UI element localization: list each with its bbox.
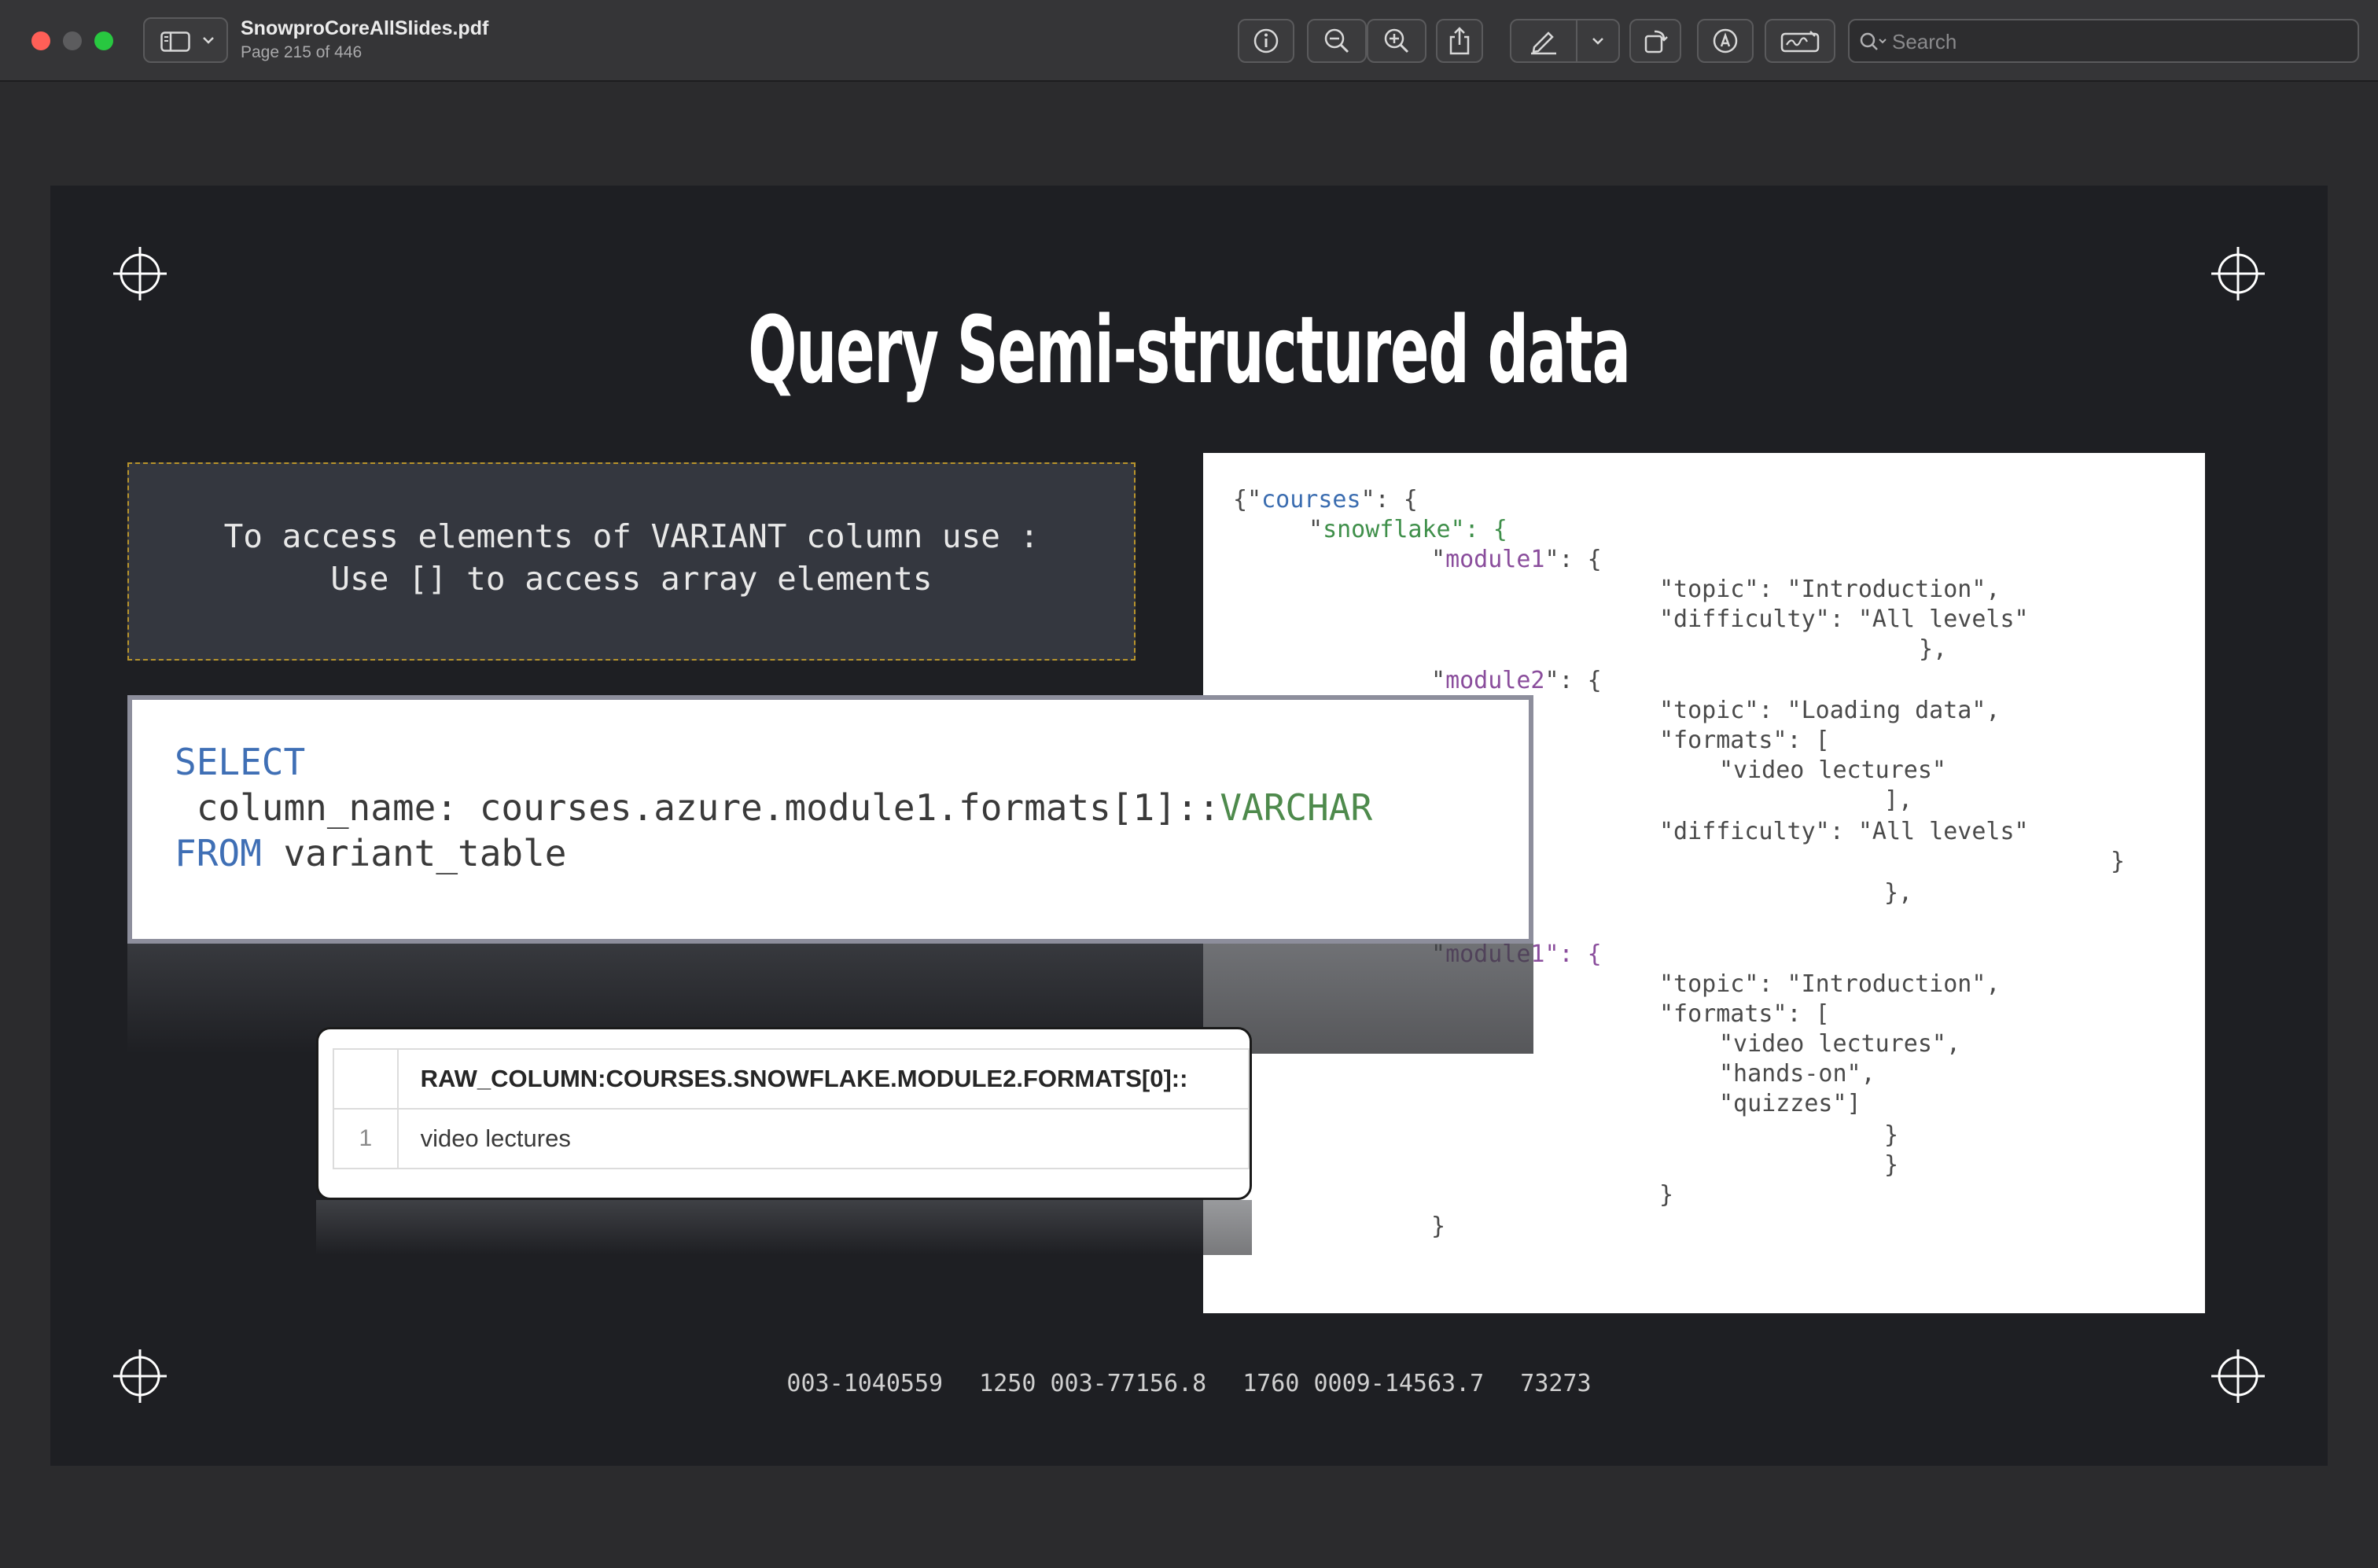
sql-code-block: SELECT column_name: courses.azure.module… [127, 695, 1533, 944]
result-grid: RAW_COLUMN:COURSES.SNOWFLAKE.MODULE2.FOR… [333, 1048, 1250, 1169]
result-cell[interactable]: video lectures [396, 1108, 1250, 1169]
json-line: "topic": "Loading data", [1659, 697, 2001, 724]
rotate-icon [1644, 30, 1668, 53]
share-icon [1449, 27, 1470, 55]
json-line: "snowflake": { [1309, 516, 1507, 543]
pdf-page-slide: Query Semi-structured data To access ele… [50, 186, 2328, 1466]
json-line: "module2": { [1431, 667, 1602, 694]
json-line: "topic": "Introduction", [1659, 970, 2001, 998]
json-line: ], [1884, 786, 1913, 814]
markup-button[interactable] [1510, 19, 1577, 63]
json-line: "difficulty": "All levels" [1659, 818, 2029, 845]
json-line: "topic": "Introduction", [1659, 576, 2001, 603]
footer-code: 003-1040559 [786, 1370, 944, 1397]
rotate-button[interactable] [1629, 19, 1681, 63]
search-icon [1860, 32, 1887, 50]
zoom-in-button[interactable] [1367, 19, 1426, 63]
sql-line: SELECT [175, 741, 306, 783]
table-row: 1 video lectures [333, 1108, 1250, 1169]
sql-line: FROM variant_table [175, 832, 567, 874]
json-line: "formats": [ [1659, 727, 1830, 754]
search-field[interactable] [1848, 19, 2359, 63]
footer-code: 73273 [1520, 1370, 1592, 1397]
slide-footer: 003-1040559 1250 003-77156.8 1760 0009-1… [50, 1370, 2328, 1397]
json-line: }, [1919, 635, 1948, 663]
json-line: }, [1884, 879, 1913, 907]
footer-code: 1250 003-77156.8 [979, 1370, 1207, 1397]
zoom-out-button[interactable] [1307, 19, 1367, 63]
crosshair-icon [2211, 247, 2265, 300]
sidebar-toggle-button[interactable] [143, 17, 228, 63]
window-toolbar: SnowproCoreAllSlides.pdf Page 215 of 446 [0, 0, 2378, 82]
json-line: "hands-on", [1719, 1060, 1876, 1088]
chevron-down-icon [203, 37, 214, 44]
json-line: } [1659, 1181, 1674, 1209]
minimize-window-button[interactable] [63, 31, 82, 50]
info-button[interactable] [1238, 19, 1294, 63]
json-line: {"courses": { [1233, 486, 1418, 513]
query-result-table: RAW_COLUMN:COURSES.SNOWFLAKE.MODULE2.FOR… [316, 1027, 1252, 1200]
json-line: } [1884, 1151, 1899, 1179]
page-indicator: Page 215 of 446 [241, 43, 363, 61]
maximize-window-button[interactable] [94, 31, 113, 50]
search-input[interactable] [1892, 27, 2348, 57]
info-icon [1253, 28, 1279, 53]
signature-icon [1780, 31, 1820, 53]
share-button[interactable] [1436, 19, 1483, 63]
result-reflection [316, 1200, 1252, 1255]
crosshair-icon [113, 247, 167, 300]
chevron-down-icon [1592, 38, 1603, 45]
sidebar-icon [160, 31, 190, 52]
zoom-out-icon [1324, 28, 1349, 53]
slide-title: Query Semi-structured data [748, 296, 1631, 404]
json-line: "video lectures", [1719, 1030, 1961, 1058]
markup-pen-icon [1531, 31, 1556, 55]
table-header-row: RAW_COLUMN:COURSES.SNOWFLAKE.MODULE2.FOR… [333, 1048, 1250, 1110]
column-header[interactable]: RAW_COLUMN:COURSES.SNOWFLAKE.MODULE2.FOR… [396, 1048, 1250, 1110]
footer-code: 1760 0009-14563.7 [1242, 1370, 1485, 1397]
sign-button[interactable] [1765, 19, 1835, 63]
json-line: "quizzes"] [1719, 1090, 1861, 1117]
document-title: SnowproCoreAllSlides.pdf [241, 17, 489, 39]
json-line: } [1431, 1213, 1446, 1240]
zoom-in-icon [1384, 28, 1409, 53]
json-line: } [1884, 1121, 1899, 1149]
json-line: "difficulty": "All levels" [1659, 605, 2029, 633]
json-line: } [2111, 848, 2126, 875]
info-line: To access elements of VARIANT column use… [223, 517, 1040, 555]
info-callout: To access elements of VARIANT column use… [127, 462, 1136, 661]
row-number: 1 [333, 1108, 399, 1169]
json-line: "formats": [ [1659, 1000, 1830, 1028]
close-window-button[interactable] [31, 31, 50, 50]
row-number-header [333, 1048, 399, 1110]
markup-menu-button[interactable] [1576, 19, 1620, 63]
sql-line: column_name: courses.azure.module1.forma… [175, 786, 1373, 829]
info-line: Use [] to access array elements [330, 560, 933, 598]
json-line: "module1": { [1431, 546, 1602, 573]
json-line: "video lectures" [1719, 756, 1946, 784]
highlight-button[interactable] [1697, 19, 1754, 63]
highlight-circle-icon [1713, 28, 1738, 53]
